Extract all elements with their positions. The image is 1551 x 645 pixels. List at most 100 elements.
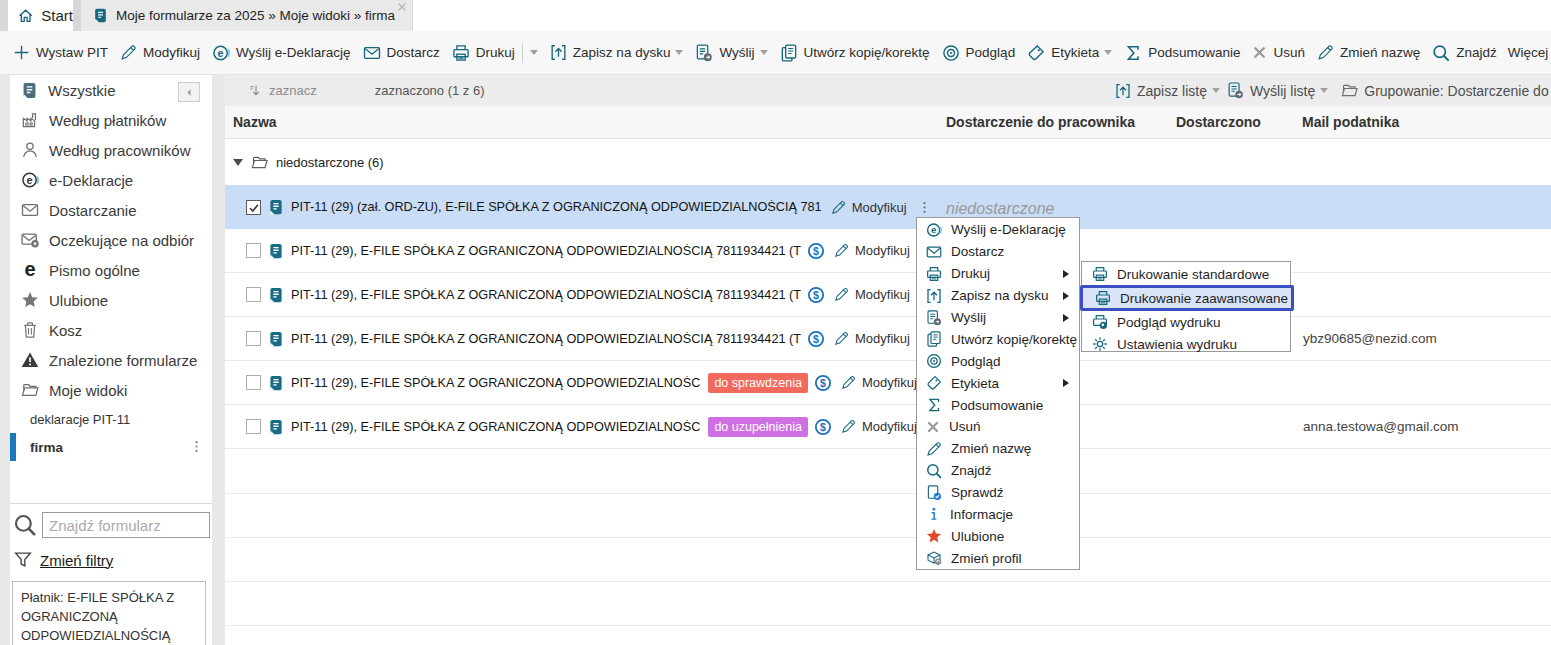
context-menu-item-zmien-profil[interactable]: Zmień profil [917, 547, 1079, 569]
sidebar-subitem-deklaracje-pit11[interactable]: deklaracje PIT-11 [10, 405, 212, 433]
print-button[interactable]: Drukuj [451, 43, 538, 63]
column-header-dostarczono[interactable]: Dostarczono [1176, 114, 1261, 130]
person-icon [20, 140, 40, 160]
search-input[interactable] [42, 512, 210, 538]
table-row[interactable]: PIT-11 (29), E-FILE SPÓŁKA Z OGRANICZONĄ… [225, 361, 1551, 405]
chevron-down-icon[interactable] [1104, 50, 1112, 59]
select-label[interactable]: zaznacz [269, 83, 317, 98]
expand-triangle-icon[interactable] [233, 159, 243, 171]
row-modify-button[interactable]: Modyfikuj [840, 374, 917, 391]
send-edeclaration-button[interactable]: Wyślij e-Deklarację [211, 43, 351, 63]
sigma-icon [1123, 43, 1143, 63]
sidebar-item-wedlug-platnikow[interactable]: Według płatników [10, 105, 212, 135]
sidebar-item-moje-widoki[interactable]: Moje widoki [10, 375, 212, 405]
context-menu-item-dostarcz[interactable]: Dostarcz [917, 241, 1079, 263]
delete-button[interactable]: Usuń [1251, 44, 1305, 61]
summary-button[interactable]: Podsumowanie [1123, 43, 1240, 63]
sidebar-subitem-label: firma [30, 440, 63, 455]
context-menu-item-drukuj[interactable]: Drukuj [917, 263, 1079, 285]
submenu-item-drukowanie-zaawansowane[interactable]: Drukowanie zaawansowane [1080, 285, 1294, 311]
group-row-niedostarczone[interactable]: niedostarczone (6) [225, 139, 1551, 185]
sidebar-item-pismo-ogolne[interactable]: Pismo ogólne [10, 255, 212, 285]
context-menu-item-podglad[interactable]: Podgląd [917, 350, 1079, 372]
sidebar-item-dostarczanie[interactable]: Dostarczanie [10, 195, 212, 225]
submenu-item-ustawienia-wydruku[interactable]: Ustawienia wydruku [1082, 333, 1290, 355]
context-menu-item-wyslij-edeklaracje[interactable]: Wyślij e-Deklarację [917, 219, 1079, 241]
send-button[interactable]: Wyślij [694, 43, 767, 63]
deliver-button[interactable]: Dostarcz [362, 43, 440, 63]
column-header-dostarczenie[interactable]: Dostarczenie do pracownika [946, 114, 1135, 130]
context-menu-item-etykieta[interactable]: Etykieta [917, 372, 1079, 394]
context-menu-item-utworz-kopie[interactable]: Utwórz kopię/korektę [917, 328, 1079, 350]
find-button[interactable]: Znajdź [1431, 43, 1497, 63]
column-header-mail[interactable]: Mail podatnika [1302, 114, 1399, 130]
table-row[interactable]: PIT-11 (29), E-FILE SPÓŁKA Z OGRANICZONĄ… [225, 317, 1551, 361]
checkbox-unchecked[interactable] [246, 287, 261, 302]
context-menu-item-wyslij[interactable]: Wyślij [917, 307, 1079, 329]
save-list-label: Zapisz listę [1137, 83, 1207, 99]
create-copy-button[interactable]: Utwórz kopię/korektę [779, 43, 930, 63]
chevron-down-icon[interactable] [760, 50, 768, 59]
context-menu-item-podsumowanie[interactable]: Podsumowanie [917, 394, 1079, 416]
payer-filter-box[interactable]: Płatnik: E-FILE SPÓŁKA Z OGRANICZONĄ ODP… [12, 581, 206, 645]
label-button[interactable]: Etykieta [1026, 43, 1112, 63]
sidebar-item-ulubione[interactable]: Ulubione [10, 285, 212, 315]
chevron-down-icon[interactable] [675, 50, 683, 59]
save-to-disk-icon [925, 287, 943, 305]
context-menu-item-usun[interactable]: Usuń [917, 416, 1079, 438]
checkbox-unchecked[interactable] [246, 331, 261, 346]
submenu-item-drukowanie-standardowe[interactable]: Drukowanie standardowe [1082, 263, 1290, 285]
table-row[interactable]: PIT-11 (29) (zał. ORD-ZU), E-FILE SPÓŁKA… [225, 185, 1551, 229]
modify-button[interactable]: Modyfikuj [119, 43, 200, 62]
context-menu-item-ulubione[interactable]: Ulubione [917, 525, 1079, 547]
save-to-disk-button[interactable]: Zapisz na dysku [549, 43, 684, 62]
row-kebab-menu-icon[interactable] [917, 200, 932, 215]
save-list-button[interactable]: Zapisz listę [1114, 82, 1220, 100]
sidebar-item-znalezione[interactable]: Znalezione formularze [10, 345, 212, 375]
checkbox-unchecked[interactable] [246, 419, 261, 434]
form-name: PIT-11 (29), E-FILE SPÓŁKA Z OGRANICZONĄ… [291, 332, 801, 346]
close-tab-icon[interactable] [396, 1, 408, 13]
row-modify-button[interactable]: Modyfikuj [833, 330, 910, 347]
row-modify-button[interactable]: Modyfikuj [830, 199, 907, 216]
context-menu-item-zmien-nazwe[interactable]: Zmień nazwę [917, 438, 1079, 460]
context-menu-item-informacje[interactable]: Informacje [917, 504, 1079, 526]
sidebar-item-wedlug-pracownikow[interactable]: Według pracowników [10, 135, 212, 165]
kebab-menu-icon[interactable] [189, 439, 204, 454]
sidebar-item-kosz[interactable]: Kosz [10, 315, 212, 345]
table-row[interactable]: PIT-11 (29), E-FILE SPÓŁKA Z OGRANICZONĄ… [225, 273, 1551, 317]
select-all-icon[interactable] [247, 83, 263, 99]
table-row[interactable]: PIT-11 (29), E-FILE SPÓŁKA Z OGRANICZONĄ… [225, 405, 1551, 449]
tab-my-forms-label: Moje formularze za 2025 » Moje widoki » … [116, 8, 395, 23]
more-button[interactable]: Więcej [1508, 45, 1549, 60]
tab-my-forms[interactable]: Moje formularze za 2025 » Moje widoki » … [81, 0, 412, 31]
context-menu-item-sprawdz[interactable]: Sprawdź [917, 482, 1079, 504]
checkbox-unchecked[interactable] [246, 375, 261, 390]
sidebar-item-oczekujace[interactable]: Oczekujące na odbiór [10, 225, 212, 255]
sidebar-subitem-firma[interactable]: firma [10, 433, 212, 461]
grouping-button[interactable]: Grupowanie: Dostarczenie do pr [1340, 81, 1551, 100]
preview-button[interactable]: Podgląd [941, 43, 1016, 63]
tab-start[interactable]: Start [8, 0, 73, 31]
sidebar-collapse-button[interactable] [178, 82, 200, 102]
submenu-item-podglad-wydruku[interactable]: Podgląd wydruku [1082, 311, 1290, 333]
send-list-button[interactable]: Wyślij listę [1226, 81, 1328, 100]
chevron-down-icon[interactable] [1212, 88, 1220, 97]
row-modify-button[interactable]: Modyfikuj [833, 242, 910, 259]
row-modify-label: Modyfikuj [855, 287, 910, 302]
checkbox-checked[interactable] [246, 200, 261, 215]
chevron-down-icon[interactable] [530, 50, 538, 59]
chevron-down-icon[interactable] [1320, 88, 1328, 97]
table-row[interactable]: PIT-11 (29), E-FILE SPÓŁKA Z OGRANICZONĄ… [225, 229, 1551, 273]
column-header-nazwa[interactable]: Nazwa [233, 114, 277, 130]
issue-pit-button[interactable]: Wystaw PIT [12, 43, 108, 62]
dollar-icon [807, 242, 825, 260]
change-filters-link[interactable]: Zmień filtry [40, 552, 113, 569]
row-modify-button[interactable]: Modyfikuj [840, 418, 917, 435]
context-menu-item-znajdz[interactable]: Znajdź [917, 460, 1079, 482]
rename-button[interactable]: Zmień nazwę [1316, 43, 1420, 62]
row-modify-button[interactable]: Modyfikuj [833, 286, 910, 303]
context-menu-item-zapisz-na-dysku[interactable]: Zapisz na dysku [917, 285, 1079, 307]
checkbox-unchecked[interactable] [246, 243, 261, 258]
sidebar-item-edeklaracje[interactable]: e-Deklaracje [10, 165, 212, 195]
